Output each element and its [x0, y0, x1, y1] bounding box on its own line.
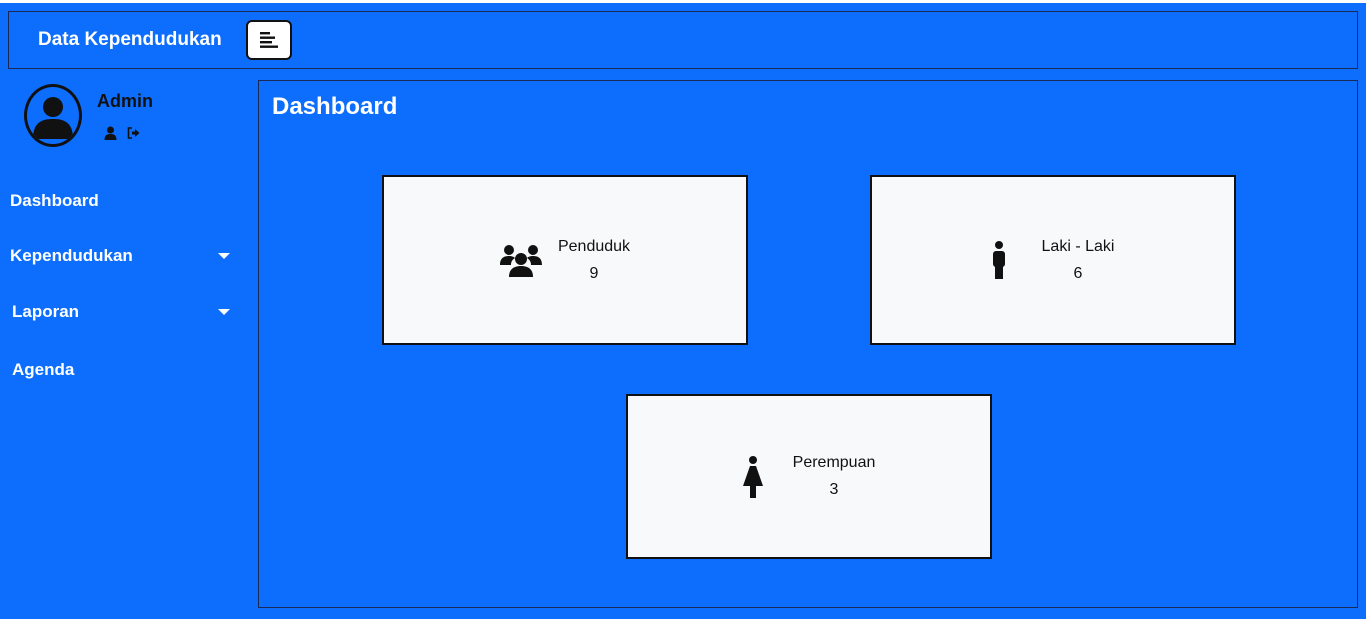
user-avatar-icon	[24, 84, 82, 147]
card-label: Laki - Laki	[1041, 237, 1115, 255]
card-value: 9	[589, 264, 599, 282]
sidebar-item-label: Kependudukan	[10, 246, 133, 265]
card-value: 3	[829, 481, 839, 498]
caret-down-icon	[218, 253, 230, 259]
card-value: 6	[1073, 264, 1083, 282]
logout-icon[interactable]	[127, 127, 140, 139]
brand-title: Data Kependudukan	[38, 29, 222, 50]
caret-down-icon	[218, 309, 230, 315]
card-penduduk[interactable]: Penduduk 9	[382, 175, 748, 345]
user-actions	[104, 126, 140, 140]
sidebar-item-label: Dashboard	[10, 191, 99, 210]
sidebar-item-label: Agenda	[12, 360, 75, 379]
card-perempuan[interactable]: Perempuan 3	[626, 394, 992, 559]
sidebar-item-laporan[interactable]: Laporan	[12, 294, 242, 330]
menu-lines-icon	[260, 32, 278, 48]
sidebar-toggle-button[interactable]	[246, 20, 292, 60]
card-label: Penduduk	[557, 237, 631, 255]
user-profile: Admin	[24, 84, 244, 154]
sidebar-item-dashboard[interactable]: Dashboard	[10, 183, 240, 219]
card-laki-laki[interactable]: Laki - Laki 6	[870, 175, 1236, 345]
male-icon	[992, 241, 1005, 279]
top-navbar: Data Kependudukan	[8, 11, 1358, 69]
sidebar-item-label: Laporan	[12, 302, 80, 321]
female-icon	[742, 455, 763, 498]
main-content: Dashboard Penduduk 9 Laki - Laki 6 Perem…	[258, 80, 1358, 608]
sidebar-item-kependudukan[interactable]: Kependudukan	[10, 238, 240, 274]
user-icon[interactable]	[104, 126, 117, 140]
user-name: Admin	[97, 91, 153, 111]
sidebar-item-agenda[interactable]: Agenda	[12, 352, 242, 388]
page-title: Dashboard	[272, 93, 398, 120]
card-label: Perempuan	[792, 454, 876, 471]
users-group-icon	[499, 245, 542, 277]
